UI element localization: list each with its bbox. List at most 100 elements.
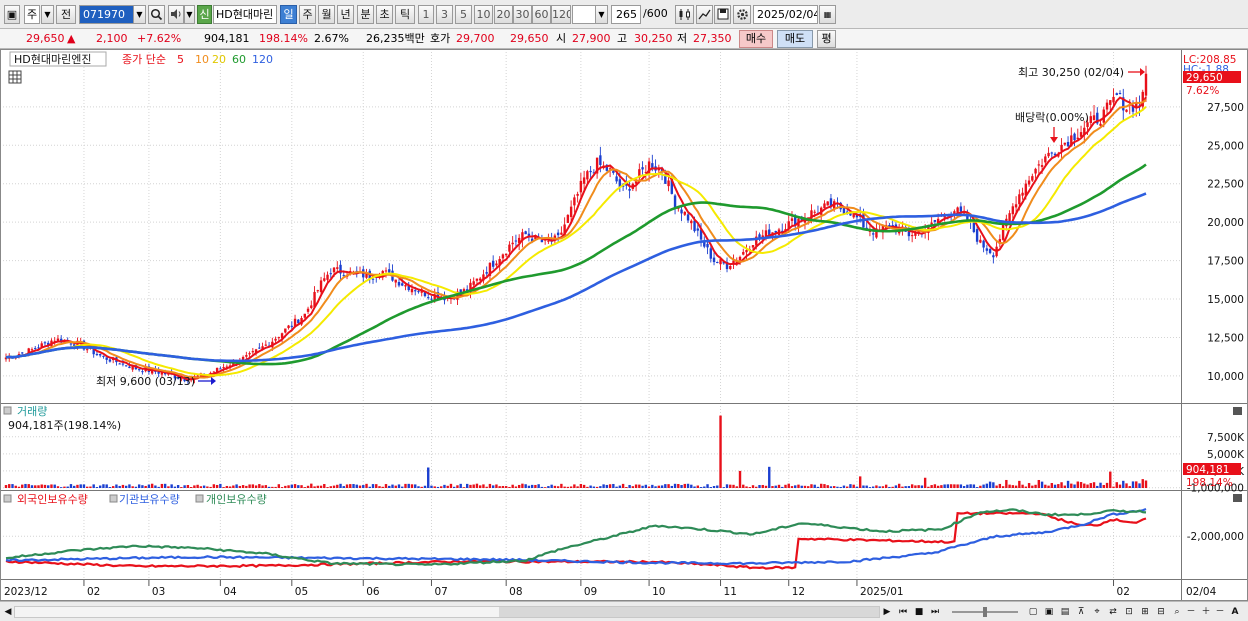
grid-icon[interactable]: ⊞: [1138, 605, 1152, 619]
volume-tick-label: 5,000K: [1207, 449, 1245, 461]
custom-interval-input[interactable]: [572, 5, 596, 24]
stock-code-input[interactable]: 071970: [79, 5, 134, 24]
holdings-panel-toggle-icon[interactable]: [3, 494, 12, 503]
overlay-icon[interactable]: ⊼: [1074, 605, 1088, 619]
volume-bar: [1141, 479, 1144, 488]
interval-3[interactable]: 3: [436, 5, 453, 24]
legend-toggle-icon[interactable]: [109, 494, 118, 503]
minimize-icon[interactable]: －: [1213, 605, 1227, 619]
volume-bar: [1027, 483, 1031, 488]
interval-1[interactable]: 1: [418, 5, 434, 24]
scroll-thumb[interactable]: [499, 607, 879, 617]
last-page-icon[interactable]: ⏭: [928, 605, 942, 619]
window-menu-icon[interactable]: ▣: [4, 5, 20, 24]
candle-body: [1044, 156, 1047, 163]
price-tick-label: 22,500: [1207, 179, 1244, 191]
tab-second[interactable]: 초: [376, 5, 393, 24]
stock-chart[interactable]: 27,500 25,000 22,500 20,000 17,500 15,000 12,5…: [0, 49, 1248, 601]
scroll-track[interactable]: [14, 606, 880, 618]
settings-gear-icon[interactable]: [733, 5, 751, 24]
sound-icon[interactable]: [168, 5, 184, 24]
candle-body: [1011, 206, 1015, 215]
price-tick-label: 17,500: [1207, 256, 1244, 268]
volume-bar: [368, 486, 371, 488]
tab-year[interactable]: 년: [337, 5, 354, 24]
x-axis-right-label: 02/04: [1186, 586, 1217, 598]
chart-area[interactable]: 27,500 25,000 22,500 20,000 17,500 15,000 12,5…: [0, 49, 1248, 601]
volume-bar: [1102, 484, 1105, 488]
volume-panel-close-icon[interactable]: [1233, 407, 1242, 415]
scroll-right-icon[interactable]: ▶: [880, 605, 894, 619]
volume-bar: [693, 486, 696, 488]
zoom-in-icon[interactable]: ＋: [1199, 605, 1213, 619]
volume-bar: [342, 486, 345, 488]
holdings-panel-close-icon[interactable]: [1233, 494, 1242, 502]
volume-bar: [491, 485, 495, 488]
bar-count-input[interactable]: 265: [611, 5, 641, 24]
tab-tick[interactable]: 틱: [395, 5, 415, 24]
interval-120[interactable]: 120: [551, 5, 571, 24]
zoom-out-icon[interactable]: －: [1184, 605, 1198, 619]
draw-tool-icon[interactable]: [696, 5, 713, 24]
period-icon[interactable]: ⊡: [1122, 605, 1136, 619]
compare-icon[interactable]: ⇄: [1106, 605, 1120, 619]
chart-type-icon[interactable]: ⊟: [1154, 605, 1168, 619]
sell-button[interactable]: 매도: [777, 30, 813, 48]
date-input[interactable]: 2025/02/04: [753, 5, 818, 24]
volume-bar: [1021, 484, 1024, 488]
zoom-slider-icon[interactable]: [950, 605, 1020, 619]
table-icon[interactable]: [8, 70, 22, 84]
volume-bar: [907, 486, 911, 488]
tab-month[interactable]: 월: [318, 5, 335, 24]
volume-bar: [962, 486, 966, 488]
candle-body: [1001, 224, 1005, 240]
interval-60[interactable]: 60: [532, 5, 551, 24]
crosshair-icon[interactable]: ⌖: [1090, 605, 1104, 619]
interval-10[interactable]: 10: [474, 5, 493, 24]
tab-week[interactable]: 주: [299, 5, 316, 24]
candle-body: [485, 272, 488, 274]
chart-scrollbar[interactable]: ◀ ▶ ⏮ ■ ⏭ ▢ ▣ ▤ ⊼ ⌖ ⇄ ⊡ ⊞ ⊟ ⌕ － ＋ － A: [0, 601, 1248, 621]
search-icon[interactable]: [148, 5, 165, 24]
volume-bar: [501, 485, 505, 488]
calendar-icon[interactable]: ▦: [819, 5, 836, 24]
candle-body: [628, 188, 631, 191]
change-arrow-icon: ▲: [67, 32, 76, 45]
volume-bar: [979, 485, 982, 488]
layout-2-icon[interactable]: ▣: [1042, 605, 1056, 619]
prev-button[interactable]: 전: [56, 5, 76, 24]
market-type-select[interactable]: 주: [24, 5, 40, 24]
volume-panel-toggle-icon[interactable]: [3, 406, 12, 415]
first-page-icon[interactable]: ⏮: [896, 605, 910, 619]
tab-minute[interactable]: 분: [357, 5, 374, 24]
volume-bar: [167, 486, 170, 488]
buy-button[interactable]: 매수: [739, 30, 773, 48]
stock-code-dropdown-icon[interactable]: ▼: [133, 5, 146, 24]
legend-toggle-icon[interactable]: [195, 494, 204, 503]
volume-bar: [144, 485, 147, 488]
tab-day[interactable]: 일: [280, 5, 297, 24]
volume-bar: [297, 485, 300, 488]
stop-icon[interactable]: ■: [912, 605, 926, 619]
candle-body: [1060, 144, 1063, 151]
interval-5[interactable]: 5: [455, 5, 472, 24]
volume-bar: [504, 486, 508, 488]
scroll-left-icon[interactable]: ◀: [1, 605, 15, 619]
zoom-search-icon[interactable]: ⌕: [1170, 605, 1184, 619]
evaluate-button[interactable]: 평: [817, 30, 836, 48]
volume-bar: [475, 483, 479, 488]
market-type-dropdown-icon[interactable]: ▼: [41, 5, 54, 24]
interval-20[interactable]: 20: [494, 5, 513, 24]
interval-30[interactable]: 30: [513, 5, 532, 24]
layout-3-icon[interactable]: ▤: [1058, 605, 1072, 619]
layout-1-icon[interactable]: ▢: [1026, 605, 1040, 619]
volume-bar: [579, 483, 583, 488]
custom-interval-dropdown-icon[interactable]: ▼: [595, 5, 608, 24]
volume-bar: [638, 484, 641, 488]
font-size-icon[interactable]: A: [1228, 605, 1242, 619]
volume-bar: [696, 485, 699, 488]
save-icon[interactable]: [714, 5, 731, 24]
chart-style-icon[interactable]: [675, 5, 694, 24]
volume-bar: [647, 486, 651, 488]
sound-dropdown-icon[interactable]: ▼: [184, 5, 195, 24]
